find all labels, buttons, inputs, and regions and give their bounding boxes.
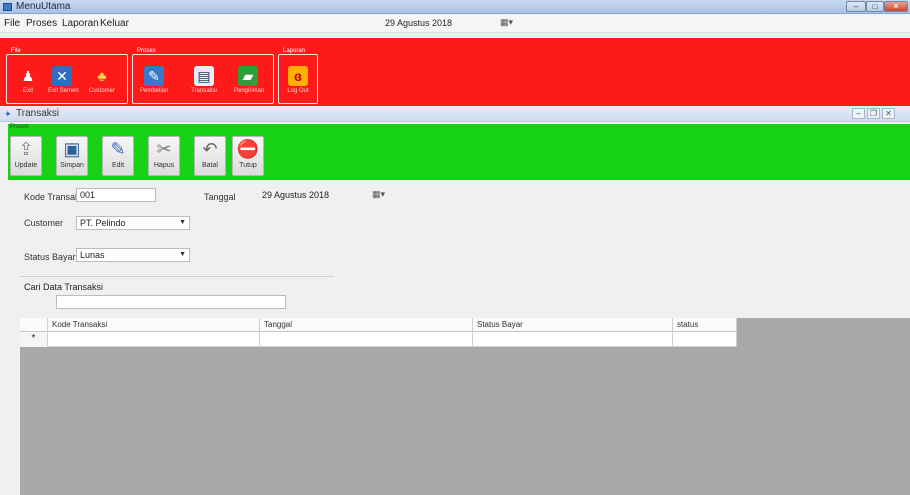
ribbon-tool-label: Pengiriman [234, 88, 265, 94]
calendar-icon[interactable]: ▦▾ [372, 189, 385, 200]
window-icon: ✦ [4, 109, 12, 119]
app-title: MenuUtama [16, 1, 71, 12]
tanggal-date-picker[interactable]: 29 Agustus 2018 ▦▾ [258, 188, 385, 202]
ribbon-group-label: File [9, 48, 23, 54]
menu-proses[interactable]: Proses [26, 18, 57, 29]
customer-combo[interactable]: PT. Pelindo ▼ [76, 216, 190, 230]
ribbon-exit-button[interactable]: ♟ Exit [14, 66, 42, 94]
undo-icon: ↶ [202, 139, 218, 159]
child-minimize-button[interactable]: – [852, 108, 865, 119]
truck-icon: ▰ [238, 66, 258, 86]
ribbon-tool-label: Exit [22, 88, 33, 94]
edit-icon: ✎ [144, 66, 164, 86]
column-status[interactable]: status [673, 318, 737, 332]
column-status-bayar[interactable]: Status Bayar [473, 318, 673, 332]
simpan-label: Simpan [60, 162, 84, 169]
save-icon: ▣ [63, 139, 81, 159]
batal-label: Batal [202, 162, 218, 169]
stop-icon: ⛔ [236, 139, 260, 159]
table-row[interactable]: * [20, 332, 737, 347]
minimize-button[interactable]: – [846, 1, 866, 12]
app-title-bar: MenuUtama – □ ✕ [0, 0, 910, 14]
maximize-button[interactable]: □ [866, 1, 884, 12]
logout-icon: ɞ [288, 66, 308, 86]
ribbon-tool-label: Exit Semen [48, 88, 79, 94]
ribbon-pengiriman-button[interactable]: ▰ Pengiriman [234, 66, 265, 94]
menu-file[interactable]: File [4, 18, 20, 29]
ribbon-exit-semen-button[interactable]: ✕ Exit Semen [48, 66, 79, 94]
ribbon-group-label: Laporan [281, 48, 308, 54]
edit-icon: ✎ [110, 139, 126, 159]
document-icon: ▤ [194, 66, 214, 86]
ribbon-tool-label: Customer [88, 88, 115, 94]
row-header-corner [20, 318, 48, 332]
customer-value: PT. Pelindo [80, 218, 126, 228]
hapus-label: Hapus [153, 162, 175, 169]
scissors-icon: ✂ [156, 139, 172, 159]
tanggal-value: 29 Agustus 2018 [262, 190, 330, 200]
hapus-button[interactable]: ✂ Hapus [148, 136, 180, 176]
ribbon-customer-button[interactable]: ♣ Customer [88, 66, 116, 94]
cell-status-bayar[interactable] [473, 332, 673, 347]
chevron-down-icon[interactable]: ▼ [179, 219, 186, 226]
status-bayar-value: Lunas [80, 250, 105, 260]
cell-tanggal[interactable] [260, 332, 473, 347]
app-icon [3, 3, 12, 11]
tutup-label: Tutup [239, 162, 257, 169]
column-tanggal[interactable]: Tanggal [260, 318, 473, 332]
tutup-button[interactable]: ⛔ Tutup [232, 136, 264, 176]
grid-header: Kode Transaksi Tanggal Status Bayar stat… [20, 318, 737, 332]
user-icon: ♟ [21, 68, 35, 84]
update-button[interactable]: ⇪ Update [10, 136, 42, 176]
status-bayar-label: Status Bayar [24, 252, 76, 262]
ribbon-tool-label: Log Out [287, 88, 309, 94]
main-ribbon: File Proses Laporan ♟ Exit ✕ Exit Semen … [0, 38, 910, 106]
cell-kode-transaksi[interactable] [48, 332, 260, 347]
kode-transaksi-input[interactable]: 001 [76, 188, 156, 202]
transaction-toolbar: Proses ⇪ Update ▣ Simpan ✎ Edit ✂ Hapus … [8, 124, 910, 180]
ribbon-tool-label: Pembelian [140, 88, 169, 94]
people-icon: ♣ [97, 68, 107, 84]
ribbon-pembelian-button[interactable]: ✎ Pembelian [140, 66, 168, 94]
search-label: Cari Data Transaksi [24, 282, 104, 292]
simpan-button[interactable]: ▣ Simpan [56, 136, 88, 176]
menu-keluar[interactable]: Keluar [100, 18, 129, 29]
search-input[interactable] [56, 295, 286, 309]
transaction-grid: Kode Transaksi Tanggal Status Bayar stat… [20, 318, 910, 495]
child-window-title-bar: ✦ Transaksi – ❐ ✕ [0, 106, 910, 122]
update-icon: ⇪ [18, 139, 34, 159]
batal-button[interactable]: ↶ Batal [194, 136, 226, 176]
cell-status[interactable] [673, 332, 737, 347]
ribbon-tool-label: Transaksi [191, 88, 217, 94]
search-group: Cari Data Transaksi [20, 276, 334, 316]
child-window-title: Transaksi [16, 108, 59, 119]
ribbon-transaksi-button[interactable]: ▤ Transaksi [190, 66, 218, 94]
tanggal-label: Tanggal [204, 192, 236, 202]
chevron-down-icon[interactable]: ▼ [179, 251, 186, 258]
new-row-marker: * [20, 332, 48, 347]
child-close-button[interactable]: ✕ [882, 108, 895, 119]
calendar-icon[interactable]: ▦▾ [500, 17, 518, 29]
status-bayar-combo[interactable]: Lunas ▼ [76, 248, 190, 262]
close-box-icon: ✕ [52, 66, 72, 86]
update-label: Update [14, 162, 38, 169]
close-button[interactable]: ✕ [884, 1, 908, 12]
toolbar-group-label: Proses [10, 124, 29, 130]
ribbon-logout-button[interactable]: ɞ Log Out [284, 66, 312, 94]
top-date-picker[interactable]: 29 Agustus 2018 ▦▾ [340, 16, 530, 31]
child-restore-button[interactable]: ❐ [867, 108, 880, 119]
customer-label: Customer [24, 218, 64, 228]
ribbon-group-label: Proses [135, 48, 158, 54]
menu-laporan[interactable]: Laporan [62, 18, 99, 29]
top-date-value: 29 Agustus 2018 [385, 18, 453, 28]
edit-button[interactable]: ✎ Edit [102, 136, 134, 176]
column-kode-transaksi[interactable]: Kode Transaksi [48, 318, 260, 332]
edit-label: Edit [111, 162, 125, 169]
